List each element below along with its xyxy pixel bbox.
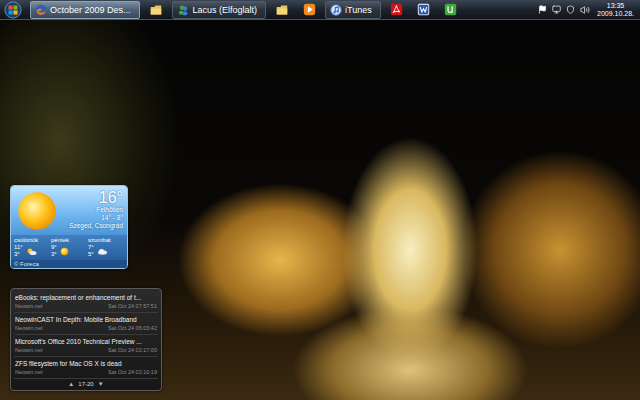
weather-condition: Felhőtlen [96, 206, 123, 214]
feed-navigation: ▲ 17-20 ▼ [14, 379, 158, 389]
feed-item-source: Neowin.net [15, 324, 43, 332]
forecast-day-name: csütörtök [14, 237, 51, 244]
forecast-high: 11° [14, 244, 23, 251]
forecast-day-name: szombat [88, 237, 125, 244]
feed-item[interactable]: Microsoft's Office 2010 Technical Previe… [14, 335, 158, 357]
feed-item[interactable]: NeowinCAST In Depth: Mobile BroadbandNeo… [14, 313, 158, 335]
sun-icon [60, 247, 69, 256]
speaker-icon[interactable] [580, 5, 590, 15]
taskbar-button[interactable] [439, 1, 462, 19]
taskbar-button[interactable] [385, 1, 408, 19]
taskbar: October 2009 Des... Lacus (Elfoglalt) iTun… [0, 0, 640, 20]
sun-icon [15, 189, 59, 233]
feed-item-source: Neowin.net [15, 302, 43, 310]
feed-item-title: eBooks: replacement or enhancement of t.… [15, 293, 157, 302]
taskbar-button[interactable]: Lacus (Elfoglalt) [172, 1, 267, 19]
feed-page: 17-20 [78, 380, 93, 389]
itunes-icon [330, 4, 342, 16]
start-button[interactable] [2, 1, 24, 19]
media-player-icon [303, 3, 316, 16]
forecast-low: 3° [14, 251, 23, 258]
feed-item-title: ZFS filesystem for Mac OS X is dead [15, 359, 157, 368]
action-center-flag-icon[interactable] [538, 5, 547, 14]
forecast: csütörtök11°3°péntek9°3°szombat7°5° [11, 235, 127, 260]
forecast-low: 3° [51, 251, 57, 258]
feed-item-source: Neowin.net [15, 346, 43, 354]
folder-icon [275, 4, 289, 16]
taskbar-button[interactable] [412, 1, 435, 19]
feed-item[interactable]: eBooks: replacement or enhancement of t.… [14, 291, 158, 313]
desktop: October 2009 Des... Lacus (Elfoglalt) iTun… [0, 0, 640, 400]
clock-time: 13:35 [607, 2, 625, 10]
next-button[interactable]: ▼ [98, 380, 104, 389]
forecast-day: csütörtök11°3° [14, 237, 51, 258]
feed-item-date: Sat Oct 24 07:57:51 [108, 302, 157, 310]
taskbar-button[interactable]: October 2009 Des... [30, 1, 140, 19]
system-tray: 13:352009.10.28. [538, 2, 636, 18]
firefox-icon [35, 4, 47, 16]
current-temperature: 16° [99, 189, 123, 206]
feed-item-date: Sat Oct 24 02:10:19 [108, 368, 157, 376]
forecast-day: péntek9°3° [51, 237, 88, 258]
weather-gadget[interactable]: 16°Felhőtlen14° - 8°Szeged, Csongrád csüt… [10, 185, 128, 269]
feed-item-title: Microsoft's Office 2010 Technical Previe… [15, 337, 157, 346]
taskbar-button[interactable] [298, 1, 321, 19]
taskbar-button[interactable] [144, 1, 168, 19]
clock-date: 2009.10.28. [597, 10, 634, 18]
feed-item-title: NeowinCAST In Depth: Mobile Broadband [15, 315, 157, 324]
feed-item-source: Neowin.net [15, 368, 43, 376]
folder-icon [149, 4, 163, 16]
utorrent-icon [444, 3, 457, 16]
temperature-range: 14° - 8° [101, 214, 123, 222]
forecast-high: 9° [51, 244, 57, 251]
taskbar-button[interactable] [270, 1, 294, 19]
security-icon[interactable] [566, 5, 575, 14]
cloud-icon [97, 247, 108, 256]
previous-button[interactable]: ▲ [68, 380, 74, 389]
feed-item-date: Sat Oct 24 06:03:42 [108, 324, 157, 332]
windows-logo-icon [4, 1, 22, 19]
partly-cloudy-icon [26, 247, 37, 256]
forecast-day: szombat7°5° [88, 237, 125, 258]
taskbar-button[interactable]: iTunes [325, 1, 381, 19]
taskbar-label: iTunes [345, 5, 372, 15]
forecast-low: 5° [88, 251, 94, 258]
word-icon [417, 3, 430, 16]
taskbar-label: October 2009 Des... [50, 5, 131, 15]
clock[interactable]: 13:352009.10.28. [595, 2, 636, 18]
acrobat-icon [390, 3, 403, 16]
messenger-icon [177, 4, 190, 16]
feed-item-date: Sat Oct 24 02:17:00 [108, 346, 157, 354]
forecast-high: 7° [88, 244, 94, 251]
forecast-day-name: péntek [51, 237, 88, 244]
feed-item[interactable]: ZFS filesystem for Mac OS X is deadNeowi… [14, 357, 158, 379]
network-icon[interactable] [552, 5, 561, 14]
weather-location: Szeged, Csongrád [69, 222, 123, 230]
feed-gadget: eBooks: replacement or enhancement of t.… [10, 288, 162, 391]
taskbar-label: Lacus (Elfoglalt) [193, 5, 258, 15]
weather-credit[interactable]: © Foreca [11, 260, 127, 268]
